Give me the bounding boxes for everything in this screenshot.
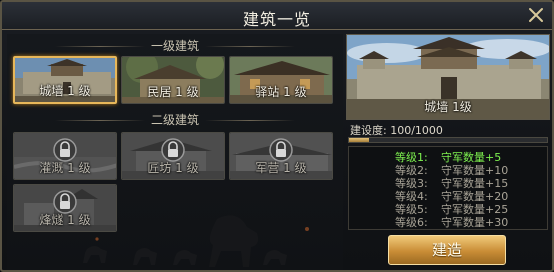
card-label: 驿站 1 级 [255, 85, 307, 99]
building-detail-panel: 城墙 1级 建设度: 100/1000 等级1: 守军数量+5 等级2: 守军数量+… [346, 34, 550, 270]
building-card-residence[interactable]: 民居 1 级 [121, 56, 225, 104]
construction-progress-fill [349, 138, 369, 142]
tier2-section-title: 二级建筑 [150, 113, 199, 127]
close-button[interactable] [524, 4, 548, 26]
card-label: 匠坊 1 级 [147, 161, 199, 175]
build-button[interactable]: 建造 [388, 235, 506, 265]
building-list-panel: 一级建筑 城墙 1 级 民居 1 级 驿站 1 级 二级建筑 灌溉 1 级 匠坊… [7, 34, 343, 270]
card-label: 城墙 1 级 [39, 84, 91, 98]
construction-progress-label: 建设度: 100/1000 [350, 124, 443, 137]
building-card-city-wall[interactable]: 城墙 1 级 [13, 56, 117, 104]
building-card-irrigation[interactable]: 灌溉 1 级 [13, 132, 117, 180]
tier2-section-header: 二级建筑 [7, 111, 343, 128]
cavalry-silhouette-decoration [83, 215, 309, 267]
title-bar: 建筑一览 [2, 2, 552, 30]
construction-progress-bar [348, 137, 548, 143]
card-label: 民居 1 级 [147, 85, 199, 99]
window-title: 建筑一览 [242, 10, 311, 29]
level-row: 等级6: 守军数量+30 [395, 214, 508, 230]
building-overview-window: 建筑一览 一级建筑 城墙 1 级 民居 1 级 驿站 1 级 二级建筑 灌溉 1… [0, 0, 554, 272]
close-icon [529, 8, 543, 22]
level-effect: 守军数量+30 [441, 216, 509, 229]
level-effects-list: 等级1: 守军数量+5 等级2: 守军数量+10 等级3: 守军数量+15 等级4: 守… [348, 146, 548, 230]
building-card-barracks[interactable]: 军营 1 级 [229, 132, 333, 180]
card-label: 灌溉 1 级 [39, 161, 91, 175]
building-card-workshop[interactable]: 匠坊 1 级 [121, 132, 225, 180]
tier1-section-header: 一级建筑 [7, 37, 343, 54]
building-card-post-station[interactable]: 驿站 1 级 [229, 56, 333, 104]
building-preview: 城墙 1级 [346, 34, 550, 120]
card-label: 军营 1 级 [255, 161, 307, 175]
tier1-section-title: 一级建筑 [150, 39, 199, 53]
level-label: 等级6: [395, 216, 428, 229]
selected-building-name: 城墙 1级 [424, 100, 472, 114]
